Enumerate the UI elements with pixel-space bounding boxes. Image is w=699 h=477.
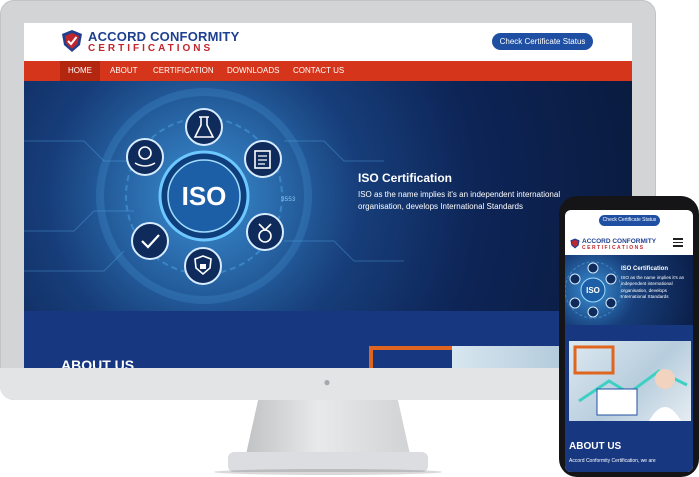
mobile-hero-banner: ISO ISO Certification ISO as the name im… [565,255,693,325]
apple-logo-icon: ● [323,375,331,389]
mobile-hero-description: ISO as the name implies it's an independ… [621,275,685,300]
mobile-about-text: Accord Conformity Certification, we are [569,458,656,464]
desktop-screen: ACCORD CONFORMITY CERTIFICATIONS Check C… [24,23,632,368]
mobile-brand-tagline[interactable]: CERTIFICATIONS [582,245,645,251]
nav-downloads[interactable]: DOWNLOADS [219,61,287,81]
mobile-hero-title: ISO Certification [621,266,669,272]
brand-name[interactable]: ACCORD CONFORMITY [88,29,239,44]
brand-tagline[interactable]: CERTIFICATIONS [88,43,213,54]
mobile-about-photo [569,341,691,421]
monitor-stand [245,400,411,458]
document-list-icon [244,140,282,178]
nav-about[interactable]: ABOUT [102,61,146,81]
nav-certification[interactable]: CERTIFICATION [145,61,222,81]
mobile-screen: Check Certificate Status ACCORD CONFORMI… [565,210,693,472]
mobile-about-illustration [573,345,688,421]
mobile-shield-logo-icon[interactable] [570,238,580,249]
mobile-about-section: ABOUT US Accord Conformity Certification… [565,325,693,472]
mobile-check-certificate-status-button[interactable]: Check Certificate Status [599,215,660,226]
hero-banner: 3553 ISO ISO Certification ISO as the na… [24,81,632,311]
check-certificate-status-button[interactable]: Check Certificate Status [492,33,593,50]
badge-check-icon [246,213,284,251]
about-image-frame [369,346,461,368]
main-nav: HOME ABOUT CERTIFICATION DOWNLOADS CONTA… [24,61,632,81]
iso-badge-text: ISO [182,181,227,211]
monitor-shadow [214,469,442,475]
shield-lock-icon [184,247,222,285]
mobile-iso-badge-text: ISO [586,286,600,295]
site-header: ACCORD CONFORMITY CERTIFICATIONS Check C… [24,23,632,61]
nav-contact-us[interactable]: CONTACT US [285,61,352,81]
hero-description: ISO as the name implies it's an independ… [358,190,561,211]
about-title: ABOUT US [61,357,135,368]
mobile-brand-name[interactable]: ACCORD CONFORMITY [582,238,656,245]
about-section: ABOUT US [24,311,632,368]
hero-code-label: 3553 [281,196,296,203]
nav-home[interactable]: HOME [60,61,100,81]
hamburger-menu-icon[interactable] [673,238,683,247]
globe-hand-icon [126,138,164,176]
shield-logo-icon[interactable] [61,29,83,53]
mobile-about-title: ABOUT US [569,441,622,452]
checkmark-icon [131,222,169,260]
lab-flask-icon [185,108,223,146]
hero-title: ISO Certification [358,171,453,185]
